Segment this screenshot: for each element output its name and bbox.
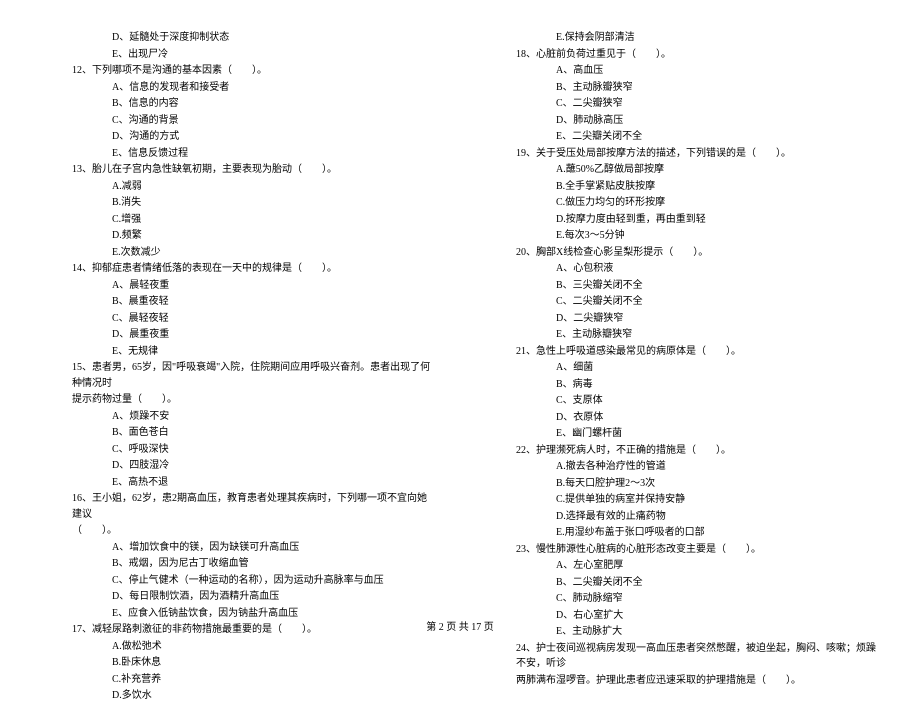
option-line: B.卧床休息 — [112, 655, 436, 671]
option-line: A、高血压 — [556, 63, 880, 79]
question-continuation: 提示药物过量（ ）。 — [72, 392, 436, 408]
page-footer: 第 2 页 共 17 页 — [0, 620, 920, 636]
option-line: B、晨重夜轻 — [112, 294, 436, 310]
option-line: D、肺动脉高压 — [556, 113, 880, 129]
question-heading: 15、患者男，65岁，因"呼吸衰竭"入院，住院期间应用呼吸兴奋剂。患者出现了何种… — [72, 360, 436, 391]
option-line: E.次数减少 — [112, 245, 436, 261]
option-line: D、延髓处于深度抑制状态 — [112, 30, 436, 46]
option-line: C、肺动脉缩窄 — [556, 591, 880, 607]
option-line: E、幽门螺杆菌 — [556, 426, 880, 442]
option-line: E.保持会阴部清洁 — [556, 30, 880, 46]
option-line: A.撤去各种治疗性的管道 — [556, 459, 880, 475]
question-heading: 14、抑郁症患者情绪低落的表现在一天中的规律是（ ）。 — [72, 261, 436, 277]
option-line: A、晨轻夜重 — [112, 278, 436, 294]
question-heading: 16、王小姐，62岁，患2期高血压，教育患者处理其疾病时，下列哪一项不宜向她建议 — [72, 491, 436, 522]
option-line: A.减弱 — [112, 179, 436, 195]
question-heading: 22、护理濒死病人时，不正确的措施是（ ）。 — [516, 443, 880, 459]
option-line: E、高热不退 — [112, 475, 436, 491]
question-continuation: （ ）。 — [72, 523, 436, 539]
option-line: B、三尖瓣关闭不全 — [556, 278, 880, 294]
option-line: D.选择最有效的止痛药物 — [556, 509, 880, 525]
option-line: D、二尖瓣狭窄 — [556, 311, 880, 327]
option-line: C.增强 — [112, 212, 436, 228]
option-line: B、二尖瓣关闭不全 — [556, 575, 880, 591]
option-line: D.按摩力度由轻到重，再由重到轻 — [556, 212, 880, 228]
option-line: C、二尖瓣关闭不全 — [556, 294, 880, 310]
option-line: B.全手掌紧贴皮肤按摩 — [556, 179, 880, 195]
option-line: B、信息的内容 — [112, 96, 436, 112]
option-line: B、面色苍白 — [112, 425, 436, 441]
option-line: D、晨重夜重 — [112, 327, 436, 343]
question-heading: 21、急性上呼吸道感染最常见的病原体是（ ）。 — [516, 344, 880, 360]
option-line: C、支原体 — [556, 393, 880, 409]
option-line: B.每天口腔护理2～3次 — [556, 476, 880, 492]
option-line: E、出现尸冷 — [112, 47, 436, 63]
option-line: C、呼吸深快 — [112, 442, 436, 458]
question-heading: 12、下列哪项不是沟通的基本因素（ ）。 — [72, 63, 436, 79]
left-column: D、延髓处于深度抑制状态E、出现尸冷12、下列哪项不是沟通的基本因素（ ）。A、… — [0, 30, 464, 705]
question-heading: 20、胸部X线检查心影呈梨形提示（ ）。 — [516, 245, 880, 261]
option-line: A、心包积液 — [556, 261, 880, 277]
option-line: D.多饮水 — [112, 688, 436, 704]
option-line: A.做松弛术 — [112, 639, 436, 655]
option-line: B、病毒 — [556, 377, 880, 393]
option-line: C、二尖瓣狭窄 — [556, 96, 880, 112]
option-line: D、衣原体 — [556, 410, 880, 426]
option-line: E、二尖瓣关闭不全 — [556, 129, 880, 145]
question-heading: 23、慢性肺源性心脏病的心脏形态改变主要是（ ）。 — [516, 542, 880, 558]
option-line: A、烦躁不安 — [112, 409, 436, 425]
question-heading: 18、心脏前负荷过重见于（ ）。 — [516, 47, 880, 63]
option-line: C、停止气健术（一种运动的名称），因为运动升高脉率与血压 — [112, 573, 436, 589]
option-line: D、四肢湿冷 — [112, 458, 436, 474]
option-line: D、沟通的方式 — [112, 129, 436, 145]
option-line: A、增加饮食中的镁，因为缺镁可升高血压 — [112, 540, 436, 556]
option-line: A、信息的发现者和接受者 — [112, 80, 436, 96]
option-line: C、沟通的背景 — [112, 113, 436, 129]
option-line: B、戒烟，因为尼古丁收缩血管 — [112, 556, 436, 572]
option-line: A、左心室肥厚 — [556, 558, 880, 574]
option-line: B.消失 — [112, 195, 436, 211]
option-line: A.蘸50%乙醇做局部按摩 — [556, 162, 880, 178]
exam-page: D、延髓处于深度抑制状态E、出现尸冷12、下列哪项不是沟通的基本因素（ ）。A、… — [0, 0, 920, 705]
option-line: C.做压力均匀的环形按摩 — [556, 195, 880, 211]
option-line: B、主动脉瓣狭窄 — [556, 80, 880, 96]
right-column: E.保持会阴部清洁18、心脏前负荷过重见于（ ）。A、高血压B、主动脉瓣狭窄C、… — [464, 30, 920, 705]
option-line: C.提供单独的病室并保持安静 — [556, 492, 880, 508]
option-line: E、无规律 — [112, 344, 436, 360]
option-line: D、每日限制饮酒，因为酒精升高血压 — [112, 589, 436, 605]
question-heading: 13、胎儿在子宫内急性缺氧初期，主要表现为胎动（ ）。 — [72, 162, 436, 178]
question-heading: 19、关于受压处局部按摩方法的描述，下列错误的是（ ）。 — [516, 146, 880, 162]
option-line: E、主动脉瓣狭窄 — [556, 327, 880, 343]
option-line: E、信息反馈过程 — [112, 146, 436, 162]
option-line: E.每次3～5分钟 — [556, 228, 880, 244]
option-line: C、晨轻夜轻 — [112, 311, 436, 327]
question-continuation: 两肺满布湿啰音。护理此患者应迅速采取的护理措施是（ ）。 — [516, 673, 880, 689]
question-heading: 24、护士夜间巡视病房发现一高血压患者突然憋醒，被迫坐起，胸闷、咳嗽；烦躁不安，… — [516, 641, 880, 672]
option-line: C.补充营养 — [112, 672, 436, 688]
option-line: A、细菌 — [556, 360, 880, 376]
option-line: E.用湿纱布盖于张口呼吸者的口部 — [556, 525, 880, 541]
option-line: D.频繁 — [112, 228, 436, 244]
